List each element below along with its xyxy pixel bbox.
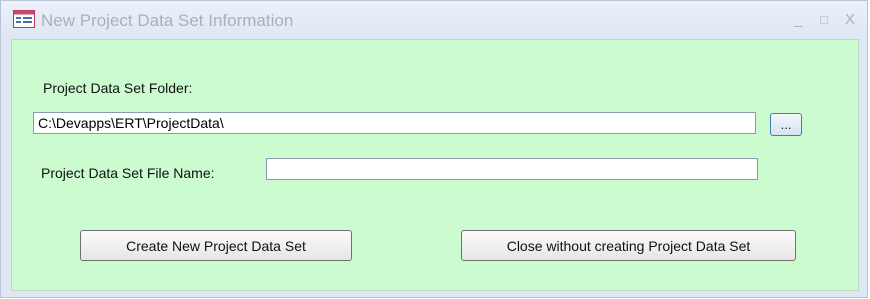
create-project-data-set-button[interactable]: Create New Project Data Set	[80, 230, 352, 261]
filename-input[interactable]	[266, 158, 758, 180]
form-body: Project Data Set Folder: ... Project Dat…	[11, 39, 859, 291]
folder-path-input[interactable]	[33, 112, 756, 134]
browse-folder-button[interactable]: ...	[770, 113, 802, 136]
maximize-button[interactable]: □	[813, 10, 835, 30]
dialog-window: New Project Data Set Information _ □ X P…	[0, 0, 868, 298]
close-without-creating-button[interactable]: Close without creating Project Data Set	[461, 230, 796, 261]
title-bar[interactable]: New Project Data Set Information _ □ X	[1, 1, 867, 37]
close-window-button[interactable]: X	[839, 10, 861, 30]
form-icon	[13, 10, 35, 28]
folder-label: Project Data Set Folder:	[43, 80, 193, 96]
minimize-button[interactable]: _	[787, 10, 809, 30]
filename-label: Project Data Set File Name:	[41, 165, 215, 181]
window-title: New Project Data Set Information	[41, 11, 294, 30]
